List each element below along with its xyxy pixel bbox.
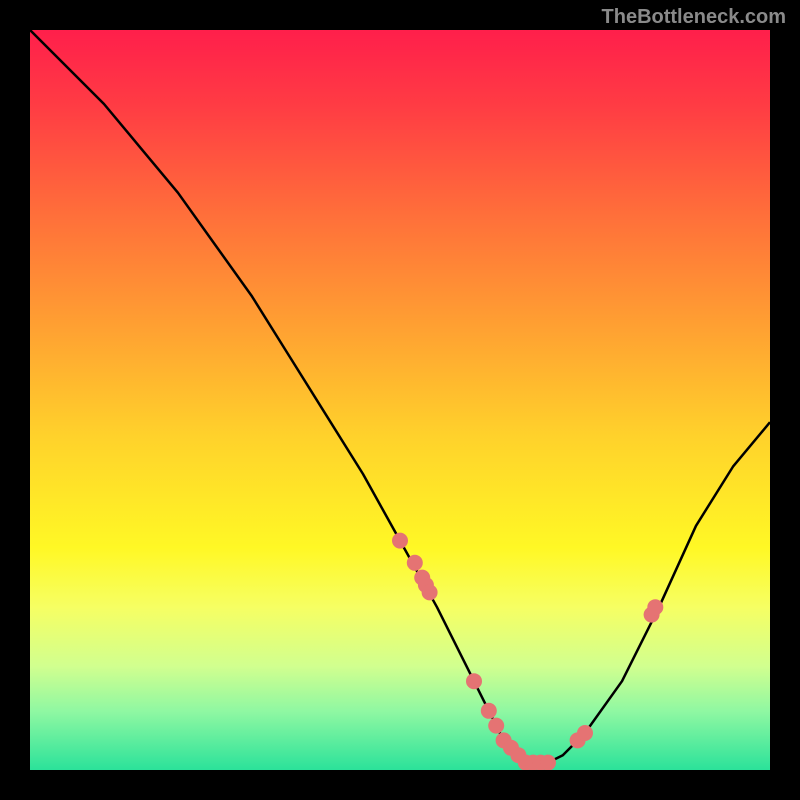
plot-background xyxy=(30,30,770,770)
data-marker xyxy=(647,599,663,615)
data-marker xyxy=(392,533,408,549)
data-marker xyxy=(422,584,438,600)
data-marker xyxy=(466,673,482,689)
data-marker xyxy=(488,718,504,734)
bottleneck-chart xyxy=(30,30,770,770)
attribution-text: TheBottleneck.com xyxy=(602,6,786,29)
chart-container: TheBottleneck.com xyxy=(0,0,800,800)
data-marker xyxy=(481,703,497,719)
data-marker xyxy=(407,555,423,571)
data-marker xyxy=(577,725,593,741)
data-marker xyxy=(540,755,556,770)
